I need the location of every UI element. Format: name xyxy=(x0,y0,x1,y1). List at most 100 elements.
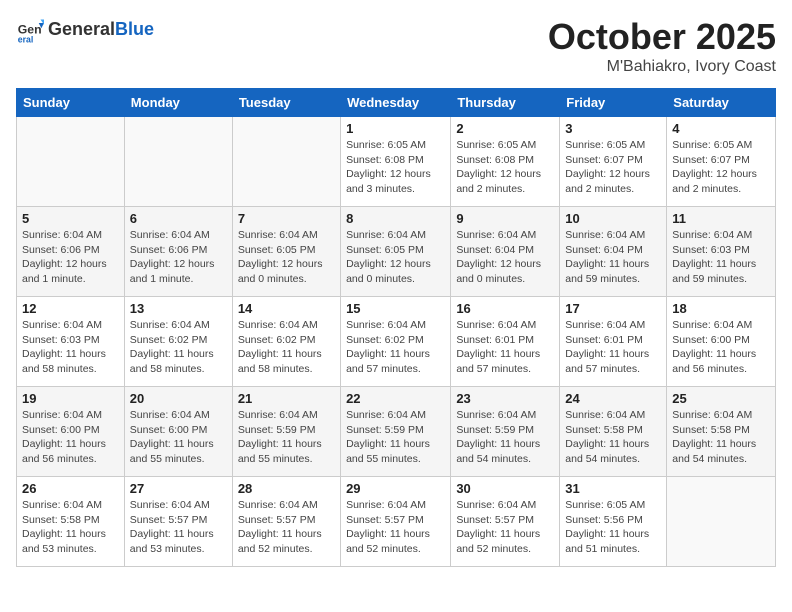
day-info: Sunrise: 6:04 AM Sunset: 6:04 PM Dayligh… xyxy=(565,228,661,287)
calendar-week-row: 1 Sunrise: 6:05 AM Sunset: 6:08 PM Daylig… xyxy=(17,117,776,207)
day-info: Sunrise: 6:04 AM Sunset: 6:00 PM Dayligh… xyxy=(130,408,227,467)
calendar-cell xyxy=(17,117,125,207)
weekday-header-saturday: Saturday xyxy=(667,89,776,117)
day-info: Sunrise: 6:04 AM Sunset: 5:59 PM Dayligh… xyxy=(346,408,445,467)
day-number: 9 xyxy=(456,211,554,226)
header: Gen eral GeneralBlue October 2025 M'Bahi… xyxy=(16,16,776,76)
calendar-cell: 6 Sunrise: 6:04 AM Sunset: 6:06 PM Daylig… xyxy=(124,207,232,297)
calendar-cell: 10 Sunrise: 6:04 AM Sunset: 6:04 PM Dayli… xyxy=(560,207,667,297)
calendar-cell: 27 Sunrise: 6:04 AM Sunset: 5:57 PM Dayli… xyxy=(124,477,232,567)
calendar-cell: 1 Sunrise: 6:05 AM Sunset: 6:08 PM Daylig… xyxy=(341,117,451,207)
day-info: Sunrise: 6:04 AM Sunset: 5:58 PM Dayligh… xyxy=(672,408,770,467)
calendar-cell: 16 Sunrise: 6:04 AM Sunset: 6:01 PM Dayli… xyxy=(451,297,560,387)
day-number: 10 xyxy=(565,211,661,226)
day-number: 5 xyxy=(22,211,119,226)
day-number: 18 xyxy=(672,301,770,316)
day-info: Sunrise: 6:04 AM Sunset: 6:04 PM Dayligh… xyxy=(456,228,554,287)
calendar-cell: 14Sunrise: 6:04 AM Sunset: 6:02 PM Dayli… xyxy=(232,297,340,387)
day-info: Sunrise: 6:05 AM Sunset: 5:56 PM Dayligh… xyxy=(565,498,661,557)
day-info: Sunrise: 6:04 AM Sunset: 6:03 PM Dayligh… xyxy=(672,228,770,287)
calendar-cell: 9 Sunrise: 6:04 AM Sunset: 6:04 PM Daylig… xyxy=(451,207,560,297)
calendar-cell: 3Sunrise: 6:05 AM Sunset: 6:07 PM Daylig… xyxy=(560,117,667,207)
day-info: Sunrise: 6:04 AM Sunset: 6:00 PM Dayligh… xyxy=(22,408,119,467)
day-info: Sunrise: 6:05 AM Sunset: 6:08 PM Dayligh… xyxy=(456,138,554,197)
calendar-cell: 31 Sunrise: 6:05 AM Sunset: 5:56 PM Dayli… xyxy=(560,477,667,567)
logo: Gen eral GeneralBlue xyxy=(16,16,154,44)
day-number: 7 xyxy=(238,211,335,226)
calendar-cell: 7 Sunrise: 6:04 AM Sunset: 6:05 PM Daylig… xyxy=(232,207,340,297)
day-number: 11 xyxy=(672,211,770,226)
calendar-week-row: 26 Sunrise: 6:04 AM Sunset: 5:58 PM Dayli… xyxy=(17,477,776,567)
calendar-week-row: 19 Sunrise: 6:04 AM Sunset: 6:00 PM Dayli… xyxy=(17,387,776,477)
calendar-cell: 11 Sunrise: 6:04 AM Sunset: 6:03 PM Dayli… xyxy=(667,207,776,297)
day-info: Sunrise: 6:04 AM Sunset: 5:57 PM Dayligh… xyxy=(456,498,554,557)
day-info: Sunrise: 6:04 AM Sunset: 5:57 PM Dayligh… xyxy=(346,498,445,557)
calendar-body: 1 Sunrise: 6:05 AM Sunset: 6:08 PM Daylig… xyxy=(17,117,776,567)
day-number: 24 xyxy=(565,391,661,406)
weekday-header-tuesday: Tuesday xyxy=(232,89,340,117)
month-title: October 2025 xyxy=(548,16,776,58)
day-info: Sunrise: 6:04 AM Sunset: 6:05 PM Dayligh… xyxy=(238,228,335,287)
day-number: 27 xyxy=(130,481,227,496)
day-number: 6 xyxy=(130,211,227,226)
calendar-cell: 21 Sunrise: 6:04 AM Sunset: 5:59 PM Dayli… xyxy=(232,387,340,477)
day-info: Sunrise: 6:05 AM Sunset: 6:08 PM Dayligh… xyxy=(346,138,445,197)
day-info: Sunrise: 6:04 AM Sunset: 5:57 PM Dayligh… xyxy=(238,498,335,557)
calendar-table: SundayMondayTuesdayWednesdayThursdayFrid… xyxy=(16,88,776,567)
day-info: Sunrise: 6:05 AM Sunset: 6:07 PM Dayligh… xyxy=(672,138,770,197)
day-number: 26 xyxy=(22,481,119,496)
day-number: 13 xyxy=(130,301,227,316)
weekday-header-thursday: Thursday xyxy=(451,89,560,117)
calendar-cell: 15Sunrise: 6:04 AM Sunset: 6:02 PM Dayli… xyxy=(341,297,451,387)
day-info: Sunrise: 6:04 AM Sunset: 6:03 PM Dayligh… xyxy=(22,318,119,377)
calendar-cell: 2Sunrise: 6:05 AM Sunset: 6:08 PM Daylig… xyxy=(451,117,560,207)
day-number: 31 xyxy=(565,481,661,496)
calendar-cell xyxy=(667,477,776,567)
weekday-header-sunday: Sunday xyxy=(17,89,125,117)
calendar-cell: 19 Sunrise: 6:04 AM Sunset: 6:00 PM Dayli… xyxy=(17,387,125,477)
calendar-cell: 20 Sunrise: 6:04 AM Sunset: 6:00 PM Dayli… xyxy=(124,387,232,477)
calendar-week-row: 12Sunrise: 6:04 AM Sunset: 6:03 PM Dayli… xyxy=(17,297,776,387)
day-info: Sunrise: 6:04 AM Sunset: 6:00 PM Dayligh… xyxy=(672,318,770,377)
day-info: Sunrise: 6:04 AM Sunset: 5:57 PM Dayligh… xyxy=(130,498,227,557)
day-number: 20 xyxy=(130,391,227,406)
calendar-cell: 24 Sunrise: 6:04 AM Sunset: 5:58 PM Dayli… xyxy=(560,387,667,477)
day-number: 17 xyxy=(565,301,661,316)
day-info: Sunrise: 6:04 AM Sunset: 6:01 PM Dayligh… xyxy=(456,318,554,377)
day-info: Sunrise: 6:04 AM Sunset: 6:02 PM Dayligh… xyxy=(346,318,445,377)
calendar-cell: 18 Sunrise: 6:04 AM Sunset: 6:00 PM Dayli… xyxy=(667,297,776,387)
day-info: Sunrise: 6:04 AM Sunset: 6:06 PM Dayligh… xyxy=(130,228,227,287)
day-number: 1 xyxy=(346,121,445,136)
calendar-cell: 22Sunrise: 6:04 AM Sunset: 5:59 PM Dayli… xyxy=(341,387,451,477)
calendar-cell xyxy=(232,117,340,207)
day-info: Sunrise: 6:04 AM Sunset: 6:05 PM Dayligh… xyxy=(346,228,445,287)
weekday-header-wednesday: Wednesday xyxy=(341,89,451,117)
weekday-header-row: SundayMondayTuesdayWednesdayThursdayFrid… xyxy=(17,89,776,117)
day-info: Sunrise: 6:04 AM Sunset: 5:58 PM Dayligh… xyxy=(565,408,661,467)
day-number: 29 xyxy=(346,481,445,496)
calendar-cell: 28 Sunrise: 6:04 AM Sunset: 5:57 PM Dayli… xyxy=(232,477,340,567)
calendar-cell: 13Sunrise: 6:04 AM Sunset: 6:02 PM Dayli… xyxy=(124,297,232,387)
weekday-header-monday: Monday xyxy=(124,89,232,117)
day-number: 14 xyxy=(238,301,335,316)
calendar-cell: 30 Sunrise: 6:04 AM Sunset: 5:57 PM Dayli… xyxy=(451,477,560,567)
calendar-cell: 12Sunrise: 6:04 AM Sunset: 6:03 PM Dayli… xyxy=(17,297,125,387)
calendar-cell xyxy=(124,117,232,207)
calendar-cell: 4 Sunrise: 6:05 AM Sunset: 6:07 PM Daylig… xyxy=(667,117,776,207)
day-number: 19 xyxy=(22,391,119,406)
svg-text:eral: eral xyxy=(18,34,34,44)
day-number: 30 xyxy=(456,481,554,496)
day-info: Sunrise: 6:04 AM Sunset: 5:59 PM Dayligh… xyxy=(238,408,335,467)
day-info: Sunrise: 6:04 AM Sunset: 5:58 PM Dayligh… xyxy=(22,498,119,557)
day-number: 16 xyxy=(456,301,554,316)
calendar-week-row: 5 Sunrise: 6:04 AM Sunset: 6:06 PM Daylig… xyxy=(17,207,776,297)
calendar-cell: 17Sunrise: 6:04 AM Sunset: 6:01 PM Dayli… xyxy=(560,297,667,387)
calendar-cell: 5Sunrise: 6:04 AM Sunset: 6:06 PM Daylig… xyxy=(17,207,125,297)
day-info: Sunrise: 6:04 AM Sunset: 5:59 PM Dayligh… xyxy=(456,408,554,467)
calendar-cell: 26 Sunrise: 6:04 AM Sunset: 5:58 PM Dayli… xyxy=(17,477,125,567)
day-number: 21 xyxy=(238,391,335,406)
day-number: 4 xyxy=(672,121,770,136)
day-number: 28 xyxy=(238,481,335,496)
weekday-header-friday: Friday xyxy=(560,89,667,117)
location: M'Bahiakro, Ivory Coast xyxy=(548,58,776,76)
